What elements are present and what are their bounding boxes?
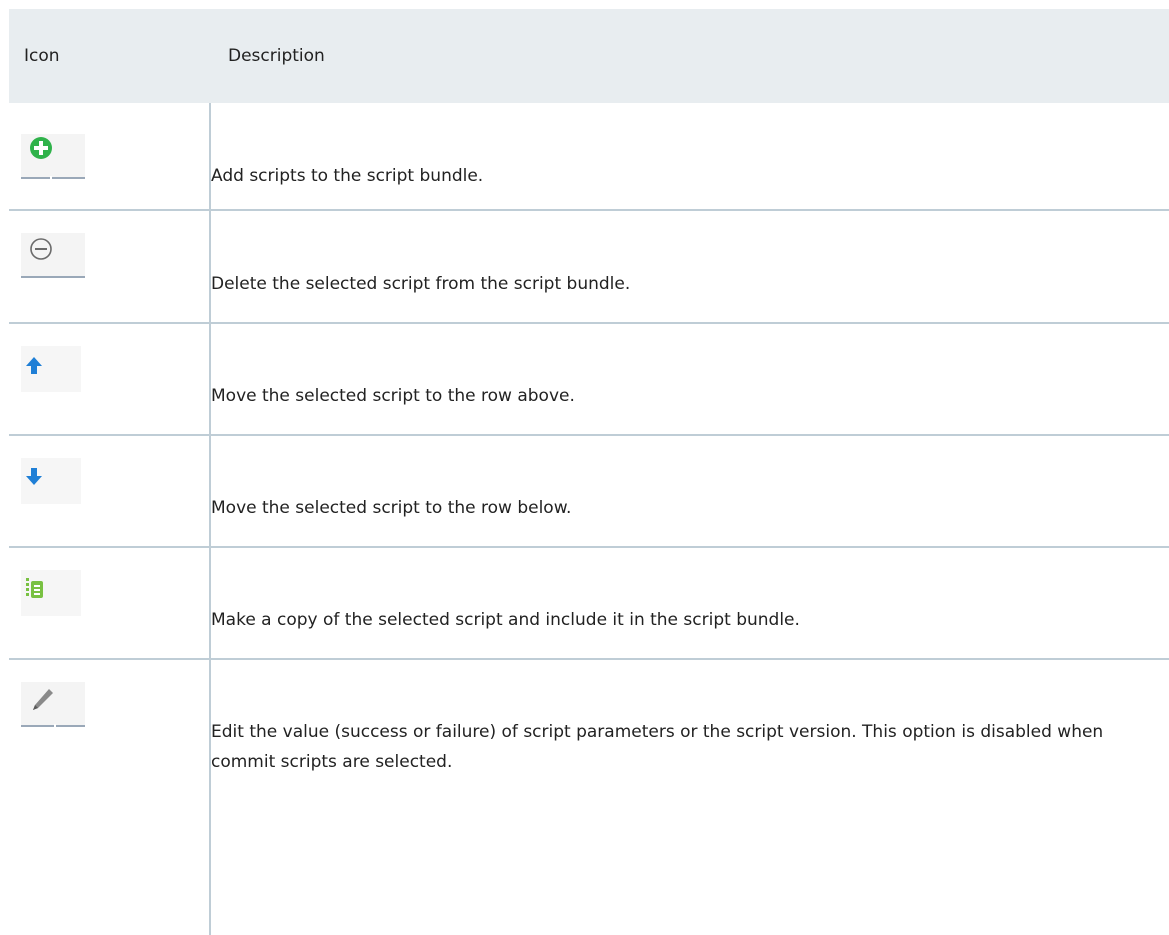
table-row: Add scripts to the script bundle. <box>9 103 1169 211</box>
table-row: Make a copy of the selected script and i… <box>9 548 1169 660</box>
row-description: Move the selected script to the row belo… <box>211 498 572 518</box>
header-description: Description <box>228 46 325 66</box>
table-row: Move the selected script to the row abov… <box>9 324 1169 436</box>
table-row: Edit the value (success or failure) of s… <box>9 660 1169 820</box>
table-row: Move the selected script to the row belo… <box>9 436 1169 548</box>
table-header: Icon Description <box>9 9 1169 103</box>
row-description: Delete the selected script from the scri… <box>211 274 631 294</box>
copy-icon <box>21 570 85 616</box>
add-circle-icon <box>21 134 85 180</box>
row-description: Add scripts to the script bundle. <box>211 166 484 186</box>
edit-pencil-icon <box>21 682 85 728</box>
arrow-up-icon <box>21 346 85 392</box>
table-row: Delete the selected script from the scri… <box>9 211 1169 324</box>
row-description: Make a copy of the selected script and i… <box>211 610 800 630</box>
arrow-down-icon <box>21 458 85 504</box>
row-description: Move the selected script to the row abov… <box>211 386 575 406</box>
header-icon: Icon <box>24 46 60 66</box>
remove-circle-icon <box>21 233 85 279</box>
icon-reference-table: Icon Description Add scripts to the scri… <box>9 9 1169 935</box>
row-description: Edit the value (success or failure) of s… <box>211 722 1104 772</box>
